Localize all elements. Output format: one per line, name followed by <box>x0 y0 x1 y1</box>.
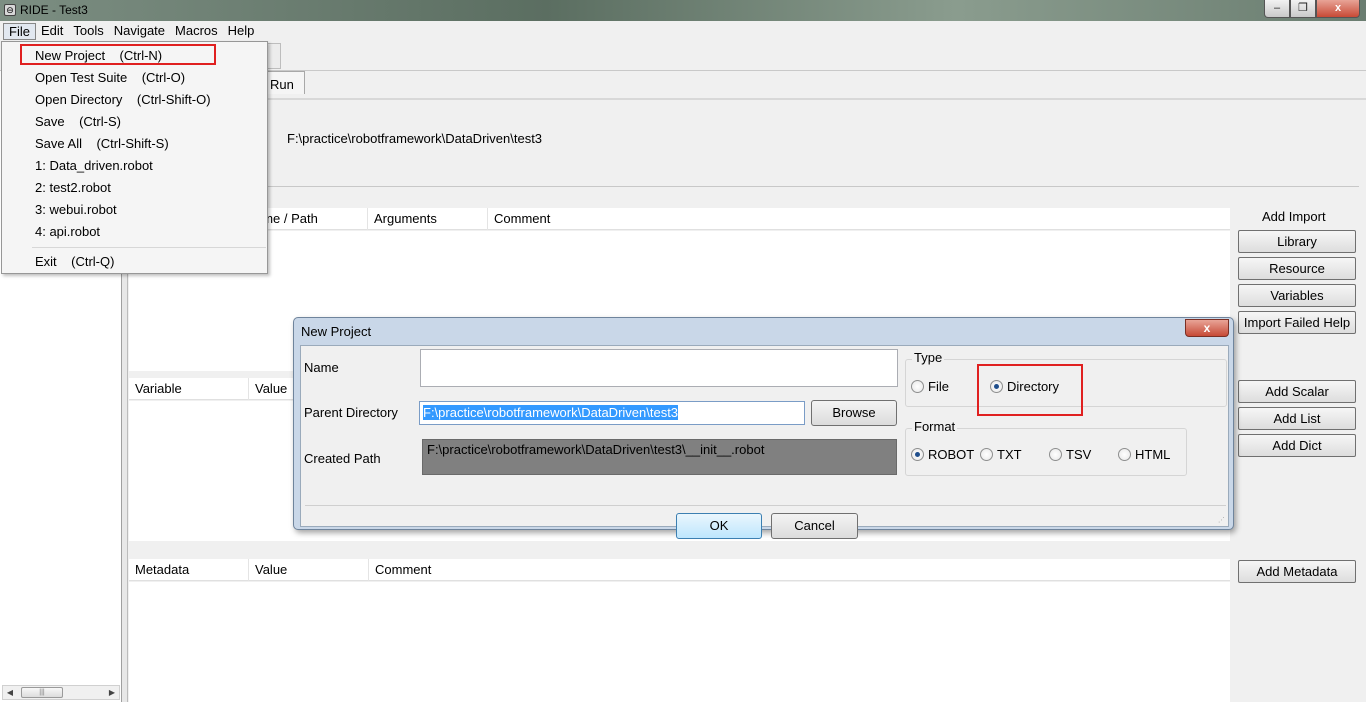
menu-item-shortcut: (Ctrl-Shift-O) <box>136 92 211 107</box>
name-input[interactable] <box>420 349 898 387</box>
library-button[interactable]: Library <box>1238 230 1356 253</box>
highlight-box <box>977 364 1083 416</box>
menu-item-recent-2[interactable]: 2: test2.robot <box>35 180 111 195</box>
metadata-grid[interactable] <box>129 582 1230 702</box>
format-txt-radio[interactable]: TXT <box>980 447 1022 462</box>
menu-item-open-directory[interactable]: Open Directory (Ctrl-Shift-O) <box>35 92 211 107</box>
dialog-title: New Project <box>301 324 372 339</box>
tab-run[interactable]: Run <box>263 71 305 94</box>
browse-button[interactable]: Browse <box>811 400 897 426</box>
column-arguments[interactable]: Arguments <box>368 208 488 230</box>
radio-selected-icon <box>911 448 924 461</box>
parent-directory-input[interactable]: F:\practice\robotframework\DataDriven\te… <box>419 401 805 425</box>
menu-item-label: New Project <box>35 48 106 63</box>
menu-item-new-project[interactable]: New Project (Ctrl-N) <box>35 48 162 63</box>
menu-navigate[interactable]: Navigate <box>109 23 170 40</box>
menu-item-exit[interactable]: Exit (Ctrl-Q) <box>35 254 114 269</box>
import-failed-help-button[interactable]: Import Failed Help <box>1238 311 1356 334</box>
import-grid-header: ame / Path Arguments Comment <box>129 208 1230 230</box>
menu-item-save[interactable]: Save (Ctrl-S) <box>35 114 121 129</box>
menu-item-label: Save <box>35 114 65 129</box>
menu-item-shortcut: (Ctrl-Shift-S) <box>96 136 169 151</box>
window-controls: – ❐ x <box>1264 0 1360 18</box>
title-bar: ⊖ RIDE - Test3 – ❐ x <box>0 0 1366 21</box>
add-metadata-button[interactable]: Add Metadata <box>1238 560 1356 583</box>
menu-separator <box>32 247 266 248</box>
menu-bar: File Edit Tools Navigate Macros Help <box>0 21 1366 41</box>
resize-grip-icon[interactable]: ⋰ <box>1218 516 1226 524</box>
name-label: Name <box>304 360 339 375</box>
menu-macros[interactable]: Macros <box>170 23 223 40</box>
format-tsv-radio[interactable]: TSV <box>1049 447 1091 462</box>
add-scalar-button[interactable]: Add Scalar <box>1238 380 1356 403</box>
created-path-value: F:\practice\robotframework\DataDriven\te… <box>422 439 897 475</box>
menu-item-label: Exit <box>35 254 57 269</box>
scroll-right-icon[interactable]: ▶ <box>105 686 119 699</box>
menu-item-shortcut: (Ctrl-Q) <box>71 254 115 269</box>
menu-item-label: Open Directory <box>35 92 123 107</box>
radio-icon <box>980 448 993 461</box>
menu-item-shortcut: (Ctrl-N) <box>119 48 163 63</box>
parent-directory-value: F:\practice\robotframework\DataDriven\te… <box>423 405 679 420</box>
menu-item-save-all[interactable]: Save All (Ctrl-Shift-S) <box>35 136 169 151</box>
menu-item-shortcut: (Ctrl-S) <box>79 114 121 129</box>
menu-help[interactable]: Help <box>223 23 260 40</box>
file-menu-dropdown: New Project (Ctrl-N) Open Test Suite (Ct… <box>1 41 268 274</box>
radio-label: ROBOT <box>928 447 975 462</box>
radio-label: TXT <box>997 447 1022 462</box>
add-import-label: Add Import <box>1262 209 1326 224</box>
column-metadata-value[interactable]: Value <box>249 559 369 581</box>
menu-item-label: Save All <box>35 136 82 151</box>
new-project-dialog: New Project x Name Parent Directory F:\p… <box>293 317 1234 539</box>
close-button[interactable]: x <box>1316 0 1360 18</box>
menu-item-shortcut: (Ctrl-O) <box>141 70 186 85</box>
section-divider <box>129 186 1359 187</box>
format-robot-radio[interactable]: ROBOT <box>911 447 974 462</box>
source-path: F:\practice\robotframework\DataDriven\te… <box>287 131 543 146</box>
menu-item-open-test-suite[interactable]: Open Test Suite (Ctrl-O) <box>35 70 185 85</box>
ok-button[interactable]: OK <box>676 513 762 539</box>
menu-item-recent-1[interactable]: 1: Data_driven.robot <box>35 158 153 173</box>
radio-icon <box>911 380 924 393</box>
tab-divider <box>129 98 1366 100</box>
menu-file[interactable]: File <box>3 22 36 40</box>
dialog-separator <box>305 505 1226 506</box>
add-list-button[interactable]: Add List <box>1238 407 1356 430</box>
restore-button[interactable]: ❐ <box>1290 0 1316 18</box>
radio-icon <box>1118 448 1131 461</box>
dialog-close-button[interactable]: x <box>1185 319 1229 337</box>
radio-icon <box>1049 448 1062 461</box>
tree-horizontal-scrollbar[interactable]: ◀ ||| ▶ <box>2 685 120 700</box>
menu-item-recent-3[interactable]: 3: webui.robot <box>35 202 117 217</box>
type-group-title: Type <box>912 350 945 365</box>
minimize-button[interactable]: – <box>1264 0 1290 18</box>
add-dict-button[interactable]: Add Dict <box>1238 434 1356 457</box>
resource-button[interactable]: Resource <box>1238 257 1356 280</box>
variables-button[interactable]: Variables <box>1238 284 1356 307</box>
dialog-body: Name Parent Directory F:\practice\robotf… <box>300 345 1229 539</box>
menu-tools[interactable]: Tools <box>68 23 108 40</box>
radio-label: TSV <box>1066 447 1092 462</box>
scroll-thumb[interactable]: ||| <box>21 687 63 698</box>
metadata-grid-header: Metadata Value Comment <box>129 559 1230 581</box>
type-file-radio[interactable]: File <box>911 379 949 394</box>
menu-item-label: Open Test Suite <box>35 70 128 85</box>
menu-edit[interactable]: Edit <box>36 23 68 40</box>
menu-item-recent-4[interactable]: 4: api.robot <box>35 224 100 239</box>
format-html-radio[interactable]: HTML <box>1118 447 1170 462</box>
column-comment[interactable]: Comment <box>488 208 1230 230</box>
parent-directory-label: Parent Directory <box>304 405 398 420</box>
scroll-left-icon[interactable]: ◀ <box>3 686 17 699</box>
window-title: RIDE - Test3 <box>20 3 88 17</box>
column-metadata[interactable]: Metadata <box>129 559 249 581</box>
created-path-label: Created Path <box>304 451 381 466</box>
column-variable[interactable]: Variable <box>129 378 249 400</box>
app-icon[interactable]: ⊖ <box>4 4 16 16</box>
column-metadata-comment[interactable]: Comment <box>369 559 1230 581</box>
radio-label: HTML <box>1135 447 1171 462</box>
cancel-button[interactable]: Cancel <box>771 513 858 539</box>
format-group-title: Format <box>912 419 958 434</box>
radio-label: File <box>928 379 949 394</box>
